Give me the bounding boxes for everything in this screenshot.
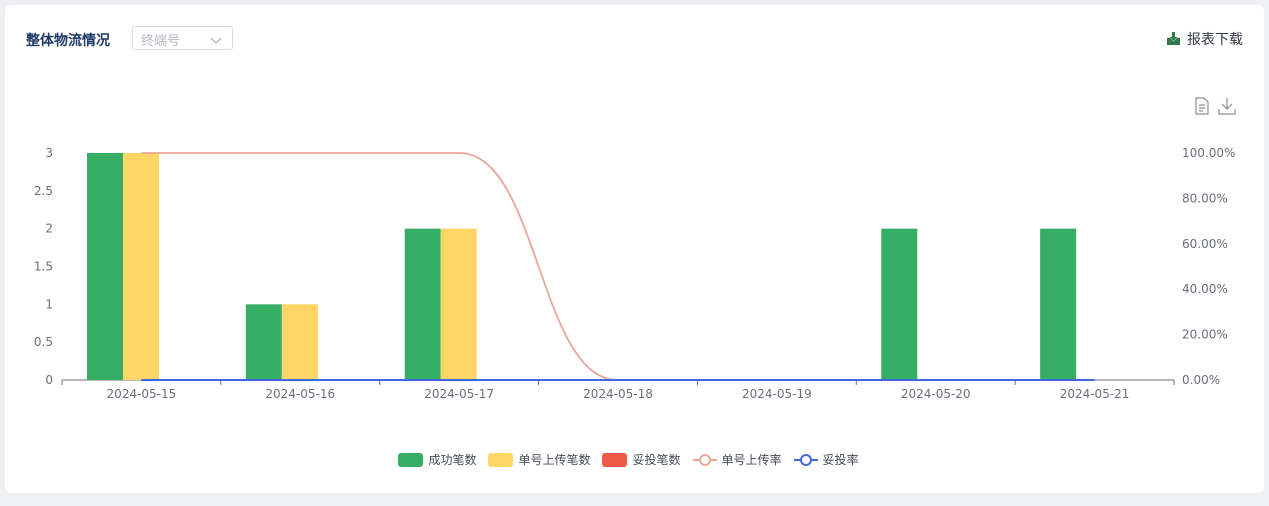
bar-upload bbox=[440, 228, 477, 380]
y-left-tick-label: 0.5 bbox=[34, 335, 53, 349]
x-tick-label: 2024-05-15 bbox=[107, 387, 177, 401]
y-right-tick-label: 20.00% bbox=[1182, 328, 1228, 342]
y-left-tick-label: 1.5 bbox=[34, 260, 53, 274]
logistics-card: 整体物流情况 终端号 报表下载 0 0.5 1 1.5 2 2.5 3 0.00% 20.00%… bbox=[5, 5, 1264, 493]
bar-success bbox=[404, 228, 441, 380]
bar-success bbox=[881, 228, 918, 380]
legend-line-swatch bbox=[793, 453, 818, 466]
y-left-tick-label: 2 bbox=[45, 222, 53, 236]
y-left-tick-label: 0 bbox=[45, 373, 53, 387]
x-tick-label: 2024-05-21 bbox=[1060, 387, 1130, 401]
y-left-tick-label: 2.5 bbox=[34, 184, 53, 198]
legend-label: 妥投率 bbox=[822, 453, 859, 467]
x-tick-label: 2024-05-19 bbox=[742, 387, 812, 401]
legend-label: 单号上传率 bbox=[721, 453, 782, 467]
x-tick-label: 2024-05-20 bbox=[901, 387, 971, 401]
x-tick-label: 2024-05-18 bbox=[583, 387, 653, 401]
bar-success bbox=[1040, 228, 1077, 380]
y-right-tick-label: 60.00% bbox=[1182, 237, 1228, 251]
bar-success bbox=[245, 304, 282, 380]
bar-success bbox=[87, 153, 123, 380]
legend-item[interactable]: 妥投笔数 bbox=[602, 451, 681, 468]
legend-item[interactable]: 成功笔数 bbox=[398, 451, 476, 468]
y-right-tick-label: 0.00% bbox=[1182, 373, 1220, 387]
y-right-tick-label: 40.00% bbox=[1182, 282, 1228, 296]
y-left-tick-label: 1 bbox=[45, 297, 53, 311]
chart-legend: 成功笔数 单号上传笔数 妥投笔数 单号上传率 妥投率 bbox=[5, 451, 1264, 468]
x-tick-label: 2024-05-17 bbox=[424, 387, 494, 401]
x-tick-label: 2024-05-16 bbox=[265, 387, 335, 401]
legend-bar-swatch bbox=[398, 452, 424, 467]
legend-label: 单号上传笔数 bbox=[518, 453, 591, 467]
y-right-tick-label: 80.00% bbox=[1182, 191, 1228, 205]
logistics-chart: 0 0.5 1 1.5 2 2.5 3 0.00% 20.00% 40.00% 60.00% 80.0… bbox=[34, 146, 1235, 401]
legend-line-swatch bbox=[692, 453, 717, 466]
legend-label: 妥投笔数 bbox=[632, 453, 681, 467]
legend-item[interactable]: 单号上传率 bbox=[692, 451, 782, 468]
bar-upload bbox=[123, 153, 159, 380]
legend-item[interactable]: 单号上传笔数 bbox=[488, 451, 590, 468]
legend-bar-swatch bbox=[488, 452, 514, 467]
y-right-tick-label: 100.00% bbox=[1182, 146, 1235, 160]
legend-label: 成功笔数 bbox=[428, 453, 477, 467]
legend-item[interactable]: 妥投率 bbox=[793, 451, 859, 468]
legend-bar-swatch bbox=[602, 452, 628, 467]
bar-upload bbox=[281, 304, 318, 380]
y-left-tick-label: 3 bbox=[45, 146, 53, 160]
